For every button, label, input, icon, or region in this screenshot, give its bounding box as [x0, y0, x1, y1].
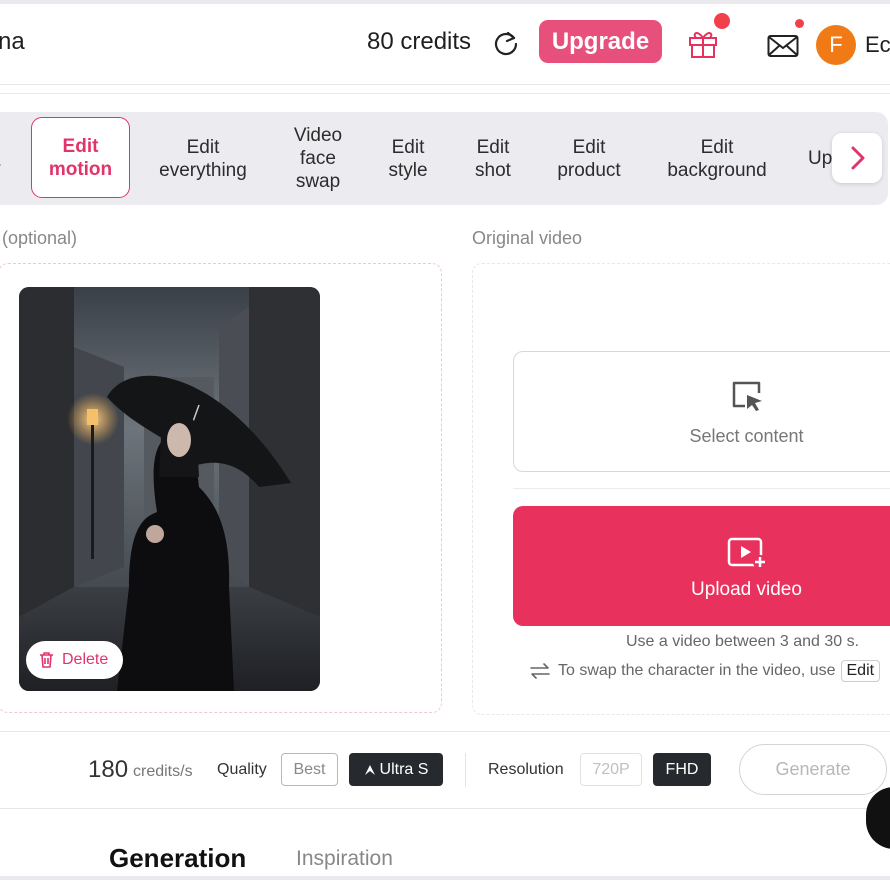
- support-chat-button[interactable]: [866, 787, 890, 849]
- bottom-bar-divider-top: [0, 731, 890, 732]
- edit-mode-tabs: - Edit motion Edit everything Video face…: [0, 112, 888, 205]
- top-header: na 80 credits Upgrade F Ec: [0, 4, 890, 85]
- upgrade-button[interactable]: Upgrade: [539, 20, 662, 63]
- tab-inspiration[interactable]: Inspiration: [296, 847, 393, 871]
- window-frame-bottom: [0, 876, 890, 880]
- credit-cost-unit: credits/s: [133, 763, 193, 780]
- bottom-bar-divider-bottom: [0, 808, 890, 809]
- mail-icon[interactable]: [767, 34, 799, 58]
- gift-notification-dot: [714, 13, 730, 29]
- tab-edit-product[interactable]: Edit product: [546, 112, 632, 205]
- tab-edit-style[interactable]: Edit style: [376, 112, 440, 205]
- gift-icon[interactable]: [686, 26, 720, 60]
- bottom-bar-separator: [465, 753, 466, 787]
- select-content-button[interactable]: [513, 351, 890, 472]
- trash-icon: [40, 652, 53, 668]
- upload-video-button[interactable]: [513, 506, 890, 626]
- select-content-label: Select content: [689, 426, 804, 446]
- quality-ultra-label: Ultra S: [379, 760, 429, 778]
- tab-edit-shot[interactable]: Edit shot: [462, 112, 524, 205]
- tab-generation[interactable]: Generation: [109, 843, 246, 874]
- generate-button[interactable]: Generate: [739, 744, 887, 795]
- credit-cost-value: 180: [88, 756, 129, 783]
- select-cursor-icon: [732, 381, 762, 411]
- username[interactable]: Ec: [865, 32, 890, 58]
- swap-arrows-icon: [530, 663, 550, 679]
- swap-hint-text: To swap the character in the video, use: [558, 662, 836, 679]
- avatar[interactable]: F: [816, 25, 856, 65]
- tab-edit-motion[interactable]: Edit motion: [31, 117, 130, 198]
- swap-hint: To swap the character in the video, use …: [530, 660, 881, 682]
- quality-ultra-option[interactable]: Ultra S: [349, 753, 443, 786]
- chevron-right-icon: [851, 146, 865, 170]
- quality-label: Quality: [217, 761, 267, 778]
- tab-edit-everything[interactable]: Edit everything: [148, 112, 258, 205]
- resolution-label: Resolution: [488, 761, 564, 778]
- options-divider: [513, 488, 890, 489]
- quality-best-option[interactable]: Best: [281, 753, 338, 786]
- tabs-next-button[interactable]: [832, 133, 882, 183]
- delete-label: Delete: [62, 651, 109, 668]
- resolution-720p-option[interactable]: 720P: [580, 753, 642, 786]
- tab-video-face-swap[interactable]: Video face swap: [280, 112, 356, 205]
- delete-image-button[interactable]: Delete: [26, 641, 123, 679]
- brand-name: na: [0, 28, 25, 55]
- tab-overflow-left: -: [0, 156, 1, 174]
- upload-video-label: Upload video: [691, 579, 802, 600]
- swap-edit-link[interactable]: Edit: [840, 660, 881, 682]
- tab-edit-background[interactable]: Edit background: [656, 112, 778, 205]
- mail-notification-dot: [795, 19, 804, 28]
- reference-image: [19, 287, 320, 691]
- resolution-fhd-option[interactable]: FHD: [653, 753, 711, 786]
- header-divider: [0, 93, 890, 94]
- duration-hint: Use a video between 3 and 30 s.: [626, 633, 860, 650]
- refresh-icon[interactable]: [492, 30, 520, 58]
- original-video-label: Original video: [472, 228, 583, 248]
- reference-image-label: (optional): [2, 228, 78, 248]
- ultra-icon: [364, 764, 375, 775]
- credits-balance: 80 credits: [367, 28, 472, 55]
- video-add-icon: [727, 537, 767, 569]
